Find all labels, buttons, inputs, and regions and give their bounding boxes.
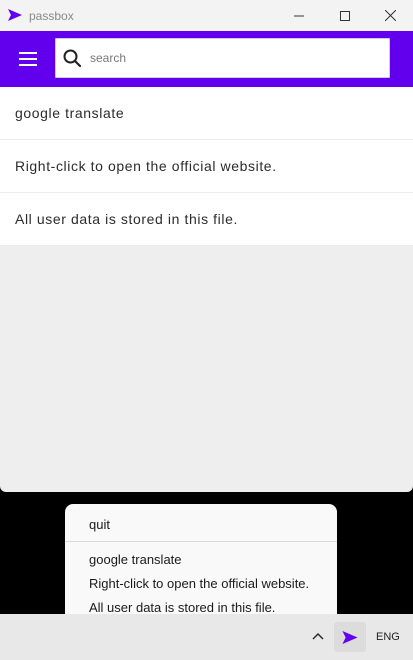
menu-item[interactable]: Right-click to open the official website… <box>89 576 309 591</box>
paper-plane-icon <box>8 9 22 21</box>
menu-item[interactable]: All user data is stored in this file. <box>89 600 275 615</box>
hamburger-icon <box>19 52 37 66</box>
paper-plane-icon <box>342 630 358 644</box>
maximize-button[interactable] <box>322 0 368 31</box>
list-item[interactable]: google translate <box>0 87 413 140</box>
close-button[interactable] <box>367 0 413 31</box>
app-window: passbox google translate Ri <box>0 0 413 492</box>
chevron-up-icon <box>312 633 324 640</box>
menu-button[interactable] <box>10 41 46 77</box>
search-input[interactable] <box>88 40 382 76</box>
entry-list: google translate Right-click to open the… <box>0 87 413 246</box>
taskbar: ENG <box>0 614 413 660</box>
tray-context-menu: quit google translate Right-click to ope… <box>65 504 337 627</box>
close-icon <box>384 10 396 21</box>
list-item[interactable]: All user data is stored in this file. <box>0 193 413 246</box>
search-icon <box>63 49 81 67</box>
menu-item-quit[interactable]: quit <box>89 517 110 532</box>
show-hidden-icons-button[interactable] <box>306 624 330 648</box>
menu-separator <box>65 541 337 542</box>
window-title: passbox <box>29 9 74 23</box>
minimize-button[interactable] <box>276 0 322 31</box>
menu-item[interactable]: google translate <box>89 552 182 567</box>
language-indicator[interactable]: ENG <box>376 631 400 643</box>
list-item[interactable]: Right-click to open the official website… <box>0 140 413 193</box>
minimize-icon <box>294 15 304 16</box>
app-bar <box>0 31 413 87</box>
search-box <box>55 38 390 78</box>
title-bar[interactable]: passbox <box>0 0 413 31</box>
tray-app-button[interactable] <box>334 622 366 652</box>
maximize-icon <box>340 10 350 21</box>
